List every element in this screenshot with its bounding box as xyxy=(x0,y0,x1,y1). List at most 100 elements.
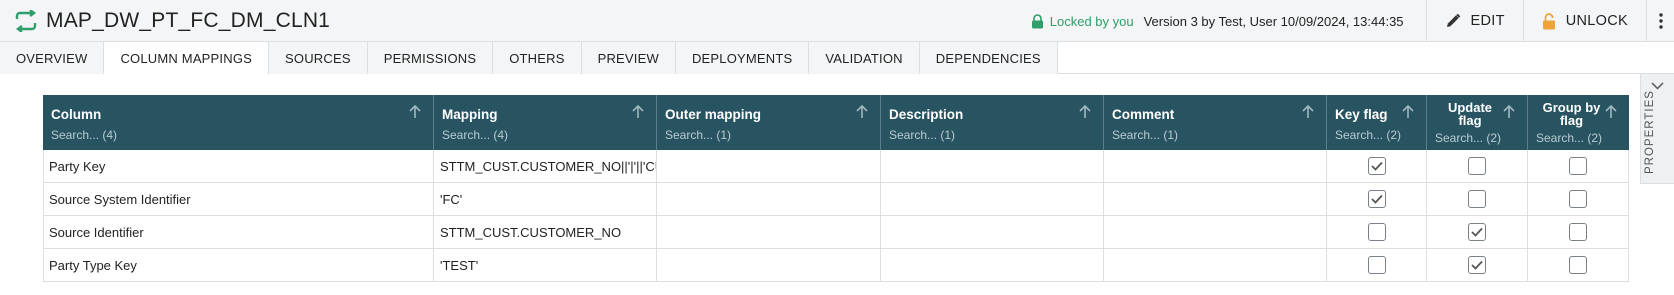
cell-description[interactable] xyxy=(881,183,1104,215)
cell-comment[interactable] xyxy=(1104,216,1327,248)
sort-arrow-icon[interactable] xyxy=(632,105,644,119)
group-by-flag-checkbox[interactable] xyxy=(1569,223,1587,241)
edit-button-label: EDIT xyxy=(1470,13,1505,29)
checkmark-icon xyxy=(1471,260,1483,270)
sort-arrow-icon[interactable] xyxy=(1079,105,1091,119)
tab-dependencies[interactable]: DEPENDENCIES xyxy=(919,42,1058,74)
column-header-key-flag[interactable]: Key flag Search... (2) xyxy=(1327,95,1427,150)
page-header: MAP_DW_PT_FC_DM_CLN1 Locked by you Versi… xyxy=(0,0,1674,42)
column-header-column[interactable]: Column Search... (4) xyxy=(43,95,434,150)
cell-comment[interactable] xyxy=(1104,183,1327,215)
checkmark-icon xyxy=(1370,161,1383,171)
cell-group-by-flag xyxy=(1528,216,1629,248)
table-header-row: Column Search... (4) Mapping Search... (… xyxy=(43,95,1629,150)
cell-update-flag xyxy=(1427,183,1528,215)
column-header-comment[interactable]: Comment Search... (1) xyxy=(1104,95,1327,150)
cell-mapping[interactable]: 'TEST' xyxy=(434,249,657,281)
cell-column[interactable]: Party Key xyxy=(44,150,434,182)
table-row[interactable]: Party Type Key 'TEST' xyxy=(43,249,1629,282)
pencil-icon xyxy=(1446,13,1460,27)
tab-validation[interactable]: VALIDATION xyxy=(809,42,920,74)
tab-permissions[interactable]: PERMISSIONS xyxy=(367,42,494,74)
comment-search-input[interactable]: Search... (1) xyxy=(1112,128,1178,142)
cell-column[interactable]: Source Identifier xyxy=(44,216,434,248)
tab-deployments[interactable]: DEPLOYMENTS xyxy=(675,42,810,74)
key-flag-checkbox[interactable] xyxy=(1367,190,1386,208)
outer-mapping-search-input[interactable]: Search... (1) xyxy=(665,128,731,142)
sort-arrow-icon[interactable] xyxy=(1302,105,1314,119)
lock-status-text: Locked by you xyxy=(1049,13,1134,29)
sort-arrow-icon[interactable] xyxy=(409,105,421,119)
mapping-search-input[interactable]: Search... (4) xyxy=(442,128,508,142)
title-area: MAP_DW_PT_FC_DM_CLN1 xyxy=(14,7,330,35)
cell-outer-mapping[interactable] xyxy=(657,216,881,248)
key-flag-checkbox[interactable] xyxy=(1367,223,1386,241)
key-flag-checkbox[interactable] xyxy=(1367,256,1386,274)
cell-update-flag xyxy=(1427,150,1528,182)
table-row[interactable]: Party Key STTM_CUST.CUSTOMER_NO||'|'||'CU… xyxy=(43,150,1629,183)
sort-arrow-icon[interactable] xyxy=(856,105,868,119)
sort-arrow-icon[interactable] xyxy=(1402,105,1414,119)
key-flag-checkbox[interactable] xyxy=(1367,157,1386,175)
lock-icon xyxy=(1031,13,1043,28)
column-header-update-flag[interactable]: Update flag Search... (2) xyxy=(1427,95,1528,150)
kebab-menu-icon xyxy=(1658,13,1663,29)
cell-update-flag xyxy=(1427,216,1528,248)
cell-update-flag xyxy=(1427,249,1528,281)
column-header-mapping[interactable]: Mapping Search... (4) xyxy=(434,95,657,150)
group-by-flag-checkbox[interactable] xyxy=(1569,157,1587,175)
properties-panel-toggle[interactable]: PROPERTIES xyxy=(1640,74,1674,184)
checkmark-icon xyxy=(1471,227,1483,237)
cell-key-flag xyxy=(1327,183,1427,215)
tab-preview[interactable]: PREVIEW xyxy=(581,42,676,74)
update-flag-checkbox[interactable] xyxy=(1468,223,1486,241)
update-flag-checkbox[interactable] xyxy=(1468,256,1486,274)
version-info: Version 3 by Test, User 10/09/2024, 13:4… xyxy=(1143,13,1404,29)
group-by-flag-search-input[interactable]: Search... (2) xyxy=(1536,131,1602,145)
cell-outer-mapping[interactable] xyxy=(657,150,881,182)
update-flag-checkbox[interactable] xyxy=(1468,157,1486,175)
table-row[interactable]: Source Identifier STTM_CUST.CUSTOMER_NO xyxy=(43,216,1629,249)
key-flag-search-input[interactable]: Search... (2) xyxy=(1335,128,1401,142)
page-title: MAP_DW_PT_FC_DM_CLN1 xyxy=(46,9,331,32)
description-search-input[interactable]: Search... (1) xyxy=(889,128,955,142)
group-by-flag-checkbox[interactable] xyxy=(1569,256,1587,274)
tab-bar-spacer xyxy=(1057,42,1674,73)
cell-description[interactable] xyxy=(881,150,1104,182)
tab-column-mappings[interactable]: COLUMN MAPPINGS xyxy=(104,42,270,75)
update-flag-search-input[interactable]: Search... (2) xyxy=(1435,131,1501,145)
cell-mapping[interactable]: STTM_CUST.CUSTOMER_NO xyxy=(434,216,657,248)
update-flag-checkbox[interactable] xyxy=(1468,190,1486,208)
cell-comment[interactable] xyxy=(1104,150,1327,182)
column-header-group-by-flag[interactable]: Group by flag Search... (2) xyxy=(1528,95,1629,150)
column-search-input[interactable]: Search... (4) xyxy=(51,128,117,142)
edit-button[interactable]: EDIT xyxy=(1425,0,1523,42)
cell-outer-mapping[interactable] xyxy=(657,183,881,215)
sort-arrow-icon[interactable] xyxy=(1503,105,1515,119)
cell-group-by-flag xyxy=(1528,183,1629,215)
tab-bar: OVERVIEW COLUMN MAPPINGS SOURCES PERMISS… xyxy=(0,42,1674,75)
column-header-description[interactable]: Description Search... (1) xyxy=(881,95,1104,150)
properties-label: PROPERTIES xyxy=(1644,90,1656,174)
cell-mapping[interactable]: STTM_CUST.CUSTOMER_NO||'|'||'CUST xyxy=(434,150,657,182)
tab-others[interactable]: OTHERS xyxy=(493,42,582,74)
tab-sources[interactable]: SOURCES xyxy=(269,42,368,74)
mapping-sync-icon xyxy=(14,8,40,34)
sort-arrow-icon[interactable] xyxy=(1605,105,1617,119)
cell-mapping[interactable]: 'FC' xyxy=(434,183,657,215)
group-by-flag-checkbox[interactable] xyxy=(1569,190,1587,208)
cell-column[interactable]: Party Type Key xyxy=(44,249,434,281)
tab-overview[interactable]: OVERVIEW xyxy=(0,42,105,74)
cell-column[interactable]: Source System Identifier xyxy=(44,183,434,215)
cell-comment[interactable] xyxy=(1104,249,1327,281)
cell-description[interactable] xyxy=(881,249,1104,281)
more-menu-button[interactable] xyxy=(1646,0,1674,42)
column-header-outer-mapping[interactable]: Outer mapping Search... (1) xyxy=(657,95,881,150)
cell-group-by-flag xyxy=(1528,150,1629,182)
lock-status: Locked by you xyxy=(1031,14,1134,29)
unlock-icon xyxy=(1542,12,1555,29)
table-row[interactable]: Source System Identifier 'FC' xyxy=(43,183,1629,216)
cell-outer-mapping[interactable] xyxy=(657,249,881,281)
cell-description[interactable] xyxy=(881,216,1104,248)
unlock-button[interactable]: UNLOCK xyxy=(1522,0,1646,42)
